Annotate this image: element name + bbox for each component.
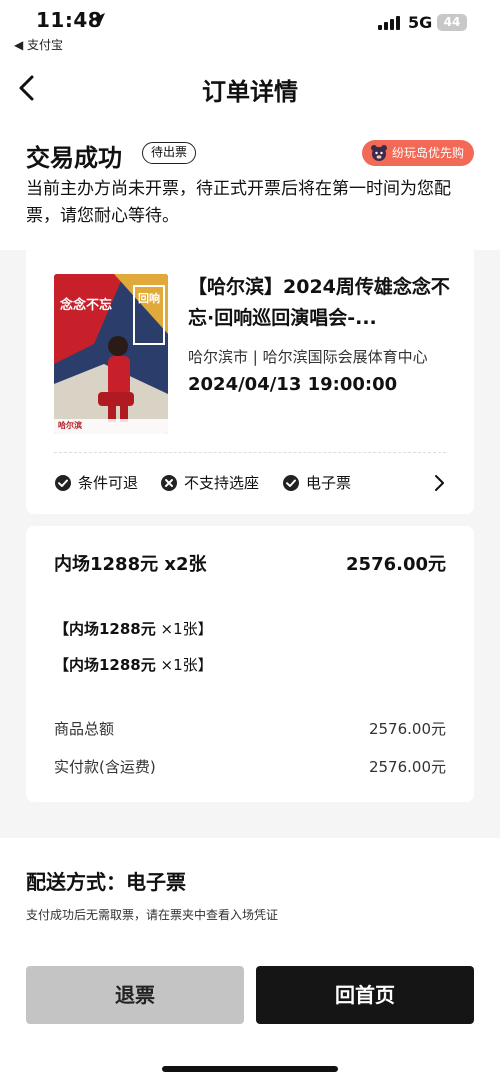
divider: [54, 452, 446, 453]
status-badge: 待出票: [142, 142, 197, 164]
event-venue: 哈尔滨市 | 哈尔滨国际会展体育中心: [188, 348, 428, 366]
delivery-note: 支付成功后无需取票，请在票夹中查看入场凭证: [26, 908, 279, 922]
price-card: 内场1288元 x2张 2576.00元 【内场1288元 ×1张】 【内场12…: [26, 526, 474, 802]
ticket-item-name: 【内场1288元: [54, 656, 156, 674]
delivery-section: 配送方式：电子票 支付成功后无需取票，请在票夹中查看入场凭证: [0, 838, 500, 946]
event-datetime: 2024/04/13 19:00:00: [188, 374, 398, 395]
order-status-description: 当前主办方尚未开票，待正式开票后将在第一时间为您配票，请您耐心等待。: [26, 179, 451, 226]
subtotal-row: 商品总额 2576.00元: [54, 718, 446, 739]
ticket-item-qty: ×1张】: [155, 620, 213, 638]
location-arrow-icon: [93, 13, 105, 25]
tag-label: 电子票: [306, 474, 352, 492]
page-title: 订单详情: [202, 78, 298, 106]
bottom-action-bar: 退票 回首页: [0, 946, 500, 1082]
tag-no-seat-selection: 不支持选座: [160, 472, 259, 494]
poster-city-text: 哈尔滨: [58, 421, 82, 430]
poster-title-text: 念念不忘: [60, 298, 113, 313]
event-card[interactable]: 念念不忘 回响 哈尔滨 【哈尔滨】2024周传雄念念不忘·回响巡回演唱会-...…: [26, 246, 474, 514]
event-poster: 念念不忘 回响 哈尔滨: [54, 274, 168, 434]
home-button[interactable]: 回首页: [256, 966, 474, 1024]
ticket-item-qty: ×1张】: [155, 656, 213, 674]
back-to-app-link[interactable]: ◀ 支付宝: [14, 36, 63, 53]
paid-row: 实付款(含运费) 2576.00元: [54, 756, 446, 777]
promo-label: 纷玩岛优先购: [392, 146, 465, 160]
event-title: 【哈尔滨】2024周传雄念念不忘·回响巡回演唱会-...: [188, 276, 450, 329]
ticket-summary-row: 内场1288元 x2张 2576.00元: [54, 550, 446, 576]
refund-button[interactable]: 退票: [26, 966, 244, 1024]
nav-bar: 订单详情: [0, 56, 500, 120]
tag-e-ticket: 电子票: [282, 472, 351, 494]
paid-label: 实付款(含运费): [54, 758, 156, 776]
chevron-right-icon[interactable]: [432, 474, 446, 492]
tag-label: 不支持选座: [184, 474, 260, 492]
paid-value: 2576.00元: [368, 758, 446, 776]
subtotal-value: 2576.00元: [368, 720, 446, 738]
x-circle-icon: [161, 475, 177, 491]
ticket-item: 【内场1288元 ×1张】: [54, 654, 213, 675]
order-detail-screen: 11:48 ◀ 支付宝 5G 44 订单详情 交易成功 待出票 纷玩岛优先购 当…: [0, 0, 500, 1082]
ticket-total: 2576.00元: [346, 554, 446, 575]
home-indicator[interactable]: [162, 1066, 338, 1072]
ticket-summary: 内场1288元 x2张: [54, 554, 207, 575]
order-content: 交易成功 待出票 纷玩岛优先购 当前主办方尚未开票，待正式开票后将在第一时间为您…: [0, 120, 500, 840]
battery-icon: 44: [437, 14, 467, 31]
bear-mascot-icon: [371, 145, 387, 161]
ticket-item: 【内场1288元 ×1张】: [54, 618, 213, 639]
order-status-title: 交易成功: [26, 144, 122, 172]
status-bar: 11:48 ◀ 支付宝 5G 44: [0, 0, 500, 56]
tag-refundable: 条件可退: [54, 472, 138, 494]
cellular-signal-icon: [378, 16, 400, 30]
poster-title-text-2: 回响: [138, 292, 160, 305]
check-circle-icon: [55, 475, 71, 491]
subtotal-label: 商品总额: [54, 720, 115, 738]
network-type: 5G: [408, 13, 433, 32]
delivery-method: 配送方式：电子票: [26, 870, 186, 894]
tag-label: 条件可退: [78, 474, 139, 492]
ticket-item-name: 【内场1288元: [54, 620, 156, 638]
promo-badge[interactable]: 纷玩岛优先购: [362, 140, 474, 166]
check-circle-icon: [283, 475, 299, 491]
ticket-policy-tags[interactable]: 条件可退 不支持选座 电子票: [54, 472, 446, 494]
